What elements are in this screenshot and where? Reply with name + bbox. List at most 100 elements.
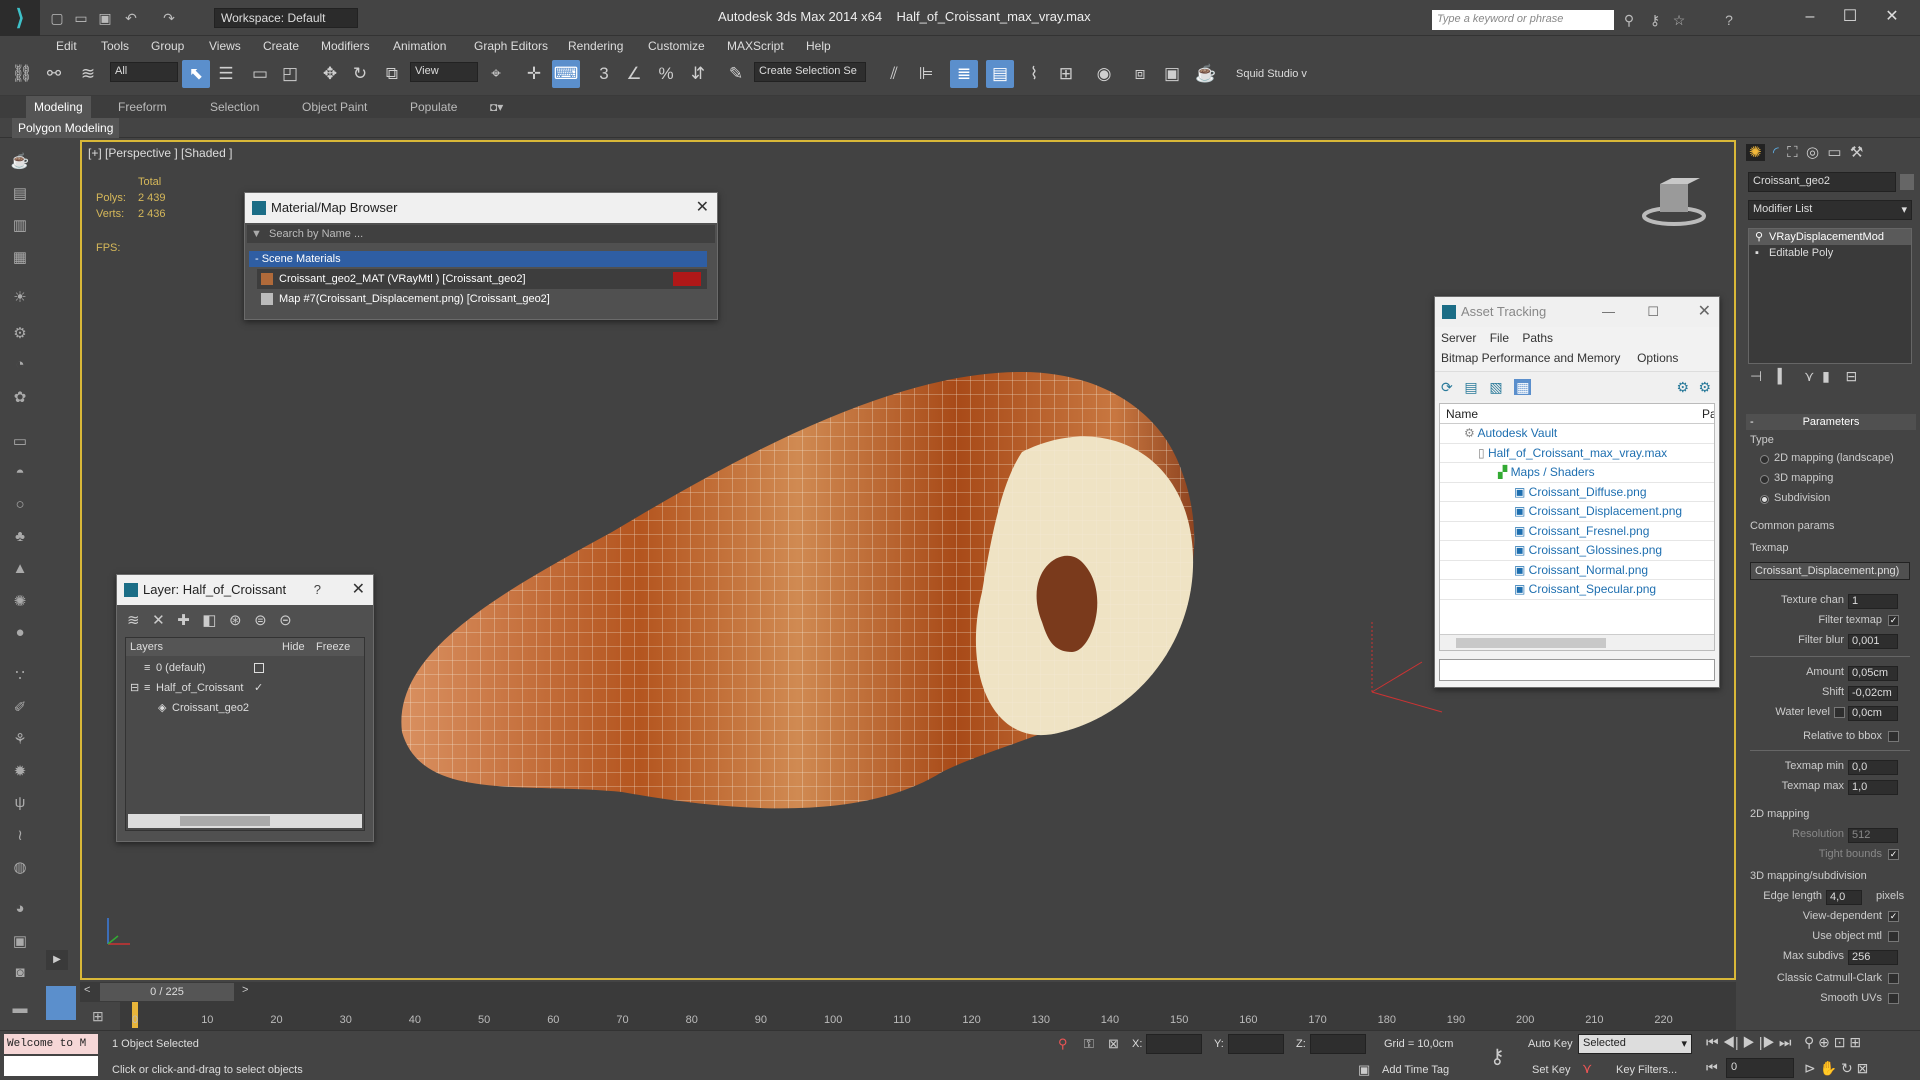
list-item[interactable]: ▯ Half_of_Croissant_max_vray.max [1440,443,1714,463]
curve-editor-icon[interactable]: ⌇ [1020,60,1048,88]
material-editor-icon[interactable]: ◉ [1090,60,1118,88]
time-tag-icon[interactable]: ▣ [1358,1062,1370,1078]
texture-chan-spinner[interactable]: 1 [1848,594,1898,609]
ribbon-toggle-icon[interactable]: ▤ [986,60,1014,88]
tab-modeling[interactable]: Modeling [26,96,91,118]
zoom-all-icon[interactable]: ⊕ [1818,1034,1830,1050]
view-dependent-checkbox[interactable]: ✓ [1888,911,1899,922]
menu-graph-editors[interactable]: Graph Editors [474,36,548,56]
menu-bitmap-performance[interactable]: Bitmap Performance and Memory [1441,351,1620,365]
maxscript-input[interactable] [4,1056,98,1076]
menu-customize[interactable]: Customize [648,36,705,56]
link-icon[interactable]: ⛓ [8,60,36,88]
new-layer-icon[interactable]: ≋ [127,612,140,629]
pivot-icon[interactable]: ⌖ [482,60,510,88]
tab-populate[interactable]: Populate [410,96,457,118]
croissant-mesh[interactable] [382,352,1262,852]
prev-frame-icon[interactable]: < [84,984,90,996]
set-key-icon[interactable]: ⋎ [1582,1060,1592,1077]
list-item[interactable]: ▞ Maps / Shaders [1440,463,1714,483]
configure-sets-icon[interactable]: ⊟ [1845,368,1857,384]
spinner-snap-icon[interactable]: ⇵ [684,60,712,88]
zoom-icon[interactable]: ⚲ [1804,1034,1814,1050]
systems-icon[interactable]: ✿ [8,388,32,410]
window-crossing-icon[interactable]: ◰ [276,60,304,88]
zoom-extents-icon[interactable]: ⊡ [1834,1034,1846,1050]
render-setup-icon[interactable]: ⧈ [1126,60,1154,88]
type-subdivision-radio[interactable] [1760,495,1769,504]
highlight-layer-icon[interactable]: ⊛ [229,612,242,629]
menu-views[interactable]: Views [209,36,241,56]
menu-server[interactable]: Server [1441,331,1476,345]
refresh-icon[interactable]: ⟳ [1441,379,1453,395]
classic-catmull-checkbox[interactable] [1888,973,1899,984]
minimize-icon[interactable]: — [1602,297,1615,327]
list-item[interactable]: ▣ Croissant_Specular.png [1440,580,1714,600]
list-item[interactable]: ▣ Croissant_Normal.png [1440,560,1714,580]
smooth-uvs-checkbox[interactable] [1888,993,1899,1004]
track-bar-icon[interactable]: ⊞ [92,1008,104,1025]
tab-object-paint[interactable]: Object Paint [302,96,367,118]
save-file-icon[interactable]: ▣ [94,7,116,29]
object-color-swatch[interactable] [1900,174,1914,190]
material-search-input[interactable]: ▼ Search by Name ... [247,225,715,243]
rect-selection-icon[interactable]: ▭ [246,60,274,88]
select-object-icon[interactable]: ⬉ [182,60,210,88]
light-icon[interactable]: ☀ [8,288,32,310]
list-item[interactable]: Croissant_geo2_MAT (VRayMtl ) [Croissant… [257,269,707,289]
lightbulb-icon[interactable]: ⚲ [1755,229,1763,245]
x-coordinate-field[interactable] [1146,1034,1202,1054]
viewport-label[interactable]: [+] [Perspective ] [Shaded ] [88,146,232,160]
thumbnail-icon[interactable]: ▧ [1489,379,1502,395]
close-button[interactable]: ✕ [1872,4,1912,30]
selection-filter-dropdown[interactable]: All [110,62,178,82]
render-production-icon[interactable]: ☕ [1192,60,1220,88]
table-row[interactable]: ⊟ ≡ Half_of_Croissant ✓ [126,678,364,698]
play-icon[interactable]: ▶ [1743,1034,1756,1050]
vault-icon[interactable]: ⚙ [1676,372,1689,402]
circle-icon[interactable]: ○ [8,496,32,518]
collapse-icon[interactable]: ▪ [1755,245,1759,261]
redo-icon[interactable]: ↷ [158,7,180,29]
filter-texmap-checkbox[interactable]: ✓ [1888,615,1899,626]
add-to-layer-icon[interactable]: ✚ [177,612,190,629]
y-coordinate-field[interactable] [1228,1034,1284,1054]
percent-snap-icon[interactable]: % [652,60,680,88]
maximize-viewport-icon[interactable]: ⊠ [1857,1060,1869,1076]
col-name[interactable]: Name [1446,404,1478,424]
minimize-button[interactable]: – [1790,4,1830,30]
list-view-icon[interactable]: ▤ [1464,379,1477,395]
hierarchy-tab-icon[interactable]: ⛶ [1787,144,1798,161]
col-freeze[interactable]: Freeze [316,638,350,656]
rollout-collapse-icon[interactable]: - [1750,414,1754,430]
parameters-rollout[interactable]: - Parameters [1746,414,1916,430]
pin-stack-icon[interactable]: ⊣ [1750,368,1762,384]
key-icon[interactable]: ⚷ [1644,9,1666,31]
rectangle-icon[interactable]: ▭ [8,432,32,454]
table-row[interactable]: ◈ Croissant_geo2 [126,698,364,718]
scale-icon[interactable]: ⧉ [378,60,406,88]
gear-icon[interactable]: ✹ [8,762,32,784]
menu-options[interactable]: Options [1637,351,1678,365]
align-icon[interactable]: ⊫ [912,60,940,88]
tab-selection[interactable]: Selection [210,96,259,118]
list-item[interactable]: ▣ Croissant_Displacement.png [1440,502,1714,522]
scrollbar-thumb[interactable] [180,816,270,826]
funnel-icon[interactable]: ▼ [251,225,262,243]
texmap-min-spinner[interactable]: 0,0 [1848,760,1898,775]
app-logo-icon[interactable]: ⟩ [0,0,40,36]
asset-titlebar[interactable]: Asset Tracking — ☐ ✕ [1435,297,1719,327]
select-by-name-icon[interactable]: ☰ [212,60,240,88]
scrollbar-thumb[interactable] [1456,638,1606,648]
current-layer-checkbox[interactable] [254,663,264,673]
mini-curve-editor-button[interactable] [46,986,76,1020]
menu-file[interactable]: File [1490,331,1509,345]
helper-icon[interactable]: ⚙ [8,324,32,346]
chevron-down-icon[interactable]: ▾ [1681,1037,1687,1050]
schematic-view-icon[interactable]: ⊞ [1052,60,1080,88]
lock-icon[interactable]: ⚿ [1084,1036,1094,1052]
display-tab-icon[interactable]: ▭ [1827,144,1841,161]
plane-icon[interactable]: ▤ [8,184,32,206]
unlink-icon[interactable]: ⚯ [40,60,68,88]
polygon-modeling-label[interactable]: Polygon Modeling [12,118,120,138]
